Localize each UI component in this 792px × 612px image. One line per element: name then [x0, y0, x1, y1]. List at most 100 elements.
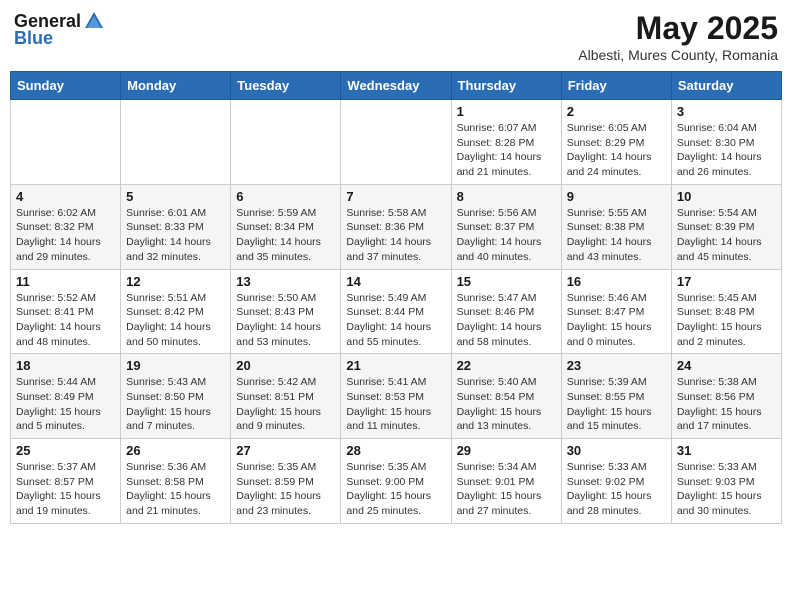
calendar-cell — [121, 100, 231, 185]
day-number: 6 — [236, 189, 335, 204]
main-title: May 2025 — [578, 10, 778, 47]
title-block: May 2025 Albesti, Mures County, Romania — [578, 10, 778, 63]
day-number: 31 — [677, 443, 776, 458]
calendar-cell: 8 Sunrise: 5:56 AM Sunset: 8:37 PM Daylig… — [451, 184, 561, 269]
day-number: 30 — [567, 443, 666, 458]
day-number: 13 — [236, 274, 335, 289]
day-number: 28 — [346, 443, 445, 458]
day-number: 24 — [677, 358, 776, 373]
calendar-week-2: 4 Sunrise: 6:02 AM Sunset: 8:32 PM Daylig… — [11, 184, 782, 269]
calendar-header-row: SundayMondayTuesdayWednesdayThursdayFrid… — [11, 72, 782, 100]
calendar-cell: 3 Sunrise: 6:04 AM Sunset: 8:30 PM Daylig… — [671, 100, 781, 185]
calendar-cell: 12 Sunrise: 5:51 AM Sunset: 8:42 PM Dayli… — [121, 269, 231, 354]
calendar-cell: 20 Sunrise: 5:42 AM Sunset: 8:51 PM Dayli… — [231, 354, 341, 439]
calendar-cell: 21 Sunrise: 5:41 AM Sunset: 8:53 PM Dayli… — [341, 354, 451, 439]
day-number: 20 — [236, 358, 335, 373]
day-info: Sunrise: 5:36 AM Sunset: 8:58 PM Dayligh… — [126, 460, 225, 519]
day-info: Sunrise: 5:37 AM Sunset: 8:57 PM Dayligh… — [16, 460, 115, 519]
day-info: Sunrise: 5:45 AM Sunset: 8:48 PM Dayligh… — [677, 291, 776, 350]
calendar-cell — [11, 100, 121, 185]
day-info: Sunrise: 5:59 AM Sunset: 8:34 PM Dayligh… — [236, 206, 335, 265]
day-info: Sunrise: 5:47 AM Sunset: 8:46 PM Dayligh… — [457, 291, 556, 350]
subtitle: Albesti, Mures County, Romania — [578, 47, 778, 63]
day-info: Sunrise: 6:07 AM Sunset: 8:28 PM Dayligh… — [457, 121, 556, 180]
calendar-cell: 22 Sunrise: 5:40 AM Sunset: 8:54 PM Dayli… — [451, 354, 561, 439]
day-header-monday: Monday — [121, 72, 231, 100]
calendar-cell: 4 Sunrise: 6:02 AM Sunset: 8:32 PM Daylig… — [11, 184, 121, 269]
calendar-cell: 29Sunrise: 5:34 AM Sunset: 9:01 PM Dayli… — [451, 439, 561, 524]
day-number: 3 — [677, 104, 776, 119]
day-number: 11 — [16, 274, 115, 289]
logo-blue-text: Blue — [14, 28, 53, 49]
page-header: General Blue May 2025 Albesti, Mures Cou… — [10, 10, 782, 63]
day-number: 2 — [567, 104, 666, 119]
calendar-cell: 13 Sunrise: 5:50 AM Sunset: 8:43 PM Dayli… — [231, 269, 341, 354]
calendar-cell: 31 Sunrise: 5:33 AM Sunset: 9:03 PM Dayli… — [671, 439, 781, 524]
day-info: Sunrise: 5:49 AM Sunset: 8:44 PM Dayligh… — [346, 291, 445, 350]
day-info: Sunrise: 5:52 AM Sunset: 8:41 PM Dayligh… — [16, 291, 115, 350]
day-number: 14 — [346, 274, 445, 289]
day-number: 22 — [457, 358, 556, 373]
calendar-week-4: 18 Sunrise: 5:44 AM Sunset: 8:49 PM Dayli… — [11, 354, 782, 439]
calendar-cell: 30 Sunrise: 5:33 AM Sunset: 9:02 PM Dayli… — [561, 439, 671, 524]
day-info: Sunrise: 5:38 AM Sunset: 8:56 PM Dayligh… — [677, 375, 776, 434]
day-number: 8 — [457, 189, 556, 204]
day-number: 16 — [567, 274, 666, 289]
calendar-cell: 23Sunrise: 5:39 AM Sunset: 8:55 PM Dayli… — [561, 354, 671, 439]
day-info: Sunrise: 6:02 AM Sunset: 8:32 PM Dayligh… — [16, 206, 115, 265]
calendar-cell: 11 Sunrise: 5:52 AM Sunset: 8:41 PM Dayli… — [11, 269, 121, 354]
calendar-cell: 15 Sunrise: 5:47 AM Sunset: 8:46 PM Dayli… — [451, 269, 561, 354]
calendar-week-1: 1 Sunrise: 6:07 AM Sunset: 8:28 PM Daylig… — [11, 100, 782, 185]
day-info: Sunrise: 5:33 AM Sunset: 9:03 PM Dayligh… — [677, 460, 776, 519]
calendar-cell: 24 Sunrise: 5:38 AM Sunset: 8:56 PM Dayli… — [671, 354, 781, 439]
day-number: 12 — [126, 274, 225, 289]
calendar-cell: 17 Sunrise: 5:45 AM Sunset: 8:48 PM Dayli… — [671, 269, 781, 354]
day-number: 18 — [16, 358, 115, 373]
day-header-thursday: Thursday — [451, 72, 561, 100]
calendar-cell: 5 Sunrise: 6:01 AM Sunset: 8:33 PM Daylig… — [121, 184, 231, 269]
day-info: Sunrise: 5:56 AM Sunset: 8:37 PM Dayligh… — [457, 206, 556, 265]
calendar-cell: 28 Sunrise: 5:35 AM Sunset: 9:00 PM Dayli… — [341, 439, 451, 524]
day-info: Sunrise: 5:55 AM Sunset: 8:38 PM Dayligh… — [567, 206, 666, 265]
calendar-table: SundayMondayTuesdayWednesdayThursdayFrid… — [10, 71, 782, 524]
calendar-week-3: 11 Sunrise: 5:52 AM Sunset: 8:41 PM Dayli… — [11, 269, 782, 354]
day-info: Sunrise: 6:05 AM Sunset: 8:29 PM Dayligh… — [567, 121, 666, 180]
day-info: Sunrise: 5:44 AM Sunset: 8:49 PM Dayligh… — [16, 375, 115, 434]
day-info: Sunrise: 5:43 AM Sunset: 8:50 PM Dayligh… — [126, 375, 225, 434]
day-number: 5 — [126, 189, 225, 204]
day-number: 7 — [346, 189, 445, 204]
calendar-cell: 27Sunrise: 5:35 AM Sunset: 8:59 PM Dayli… — [231, 439, 341, 524]
day-number: 15 — [457, 274, 556, 289]
calendar-cell: 14 Sunrise: 5:49 AM Sunset: 8:44 PM Dayli… — [341, 269, 451, 354]
calendar-cell: 1 Sunrise: 6:07 AM Sunset: 8:28 PM Daylig… — [451, 100, 561, 185]
day-info: Sunrise: 5:40 AM Sunset: 8:54 PM Dayligh… — [457, 375, 556, 434]
day-info: Sunrise: 6:04 AM Sunset: 8:30 PM Dayligh… — [677, 121, 776, 180]
day-info: Sunrise: 5:50 AM Sunset: 8:43 PM Dayligh… — [236, 291, 335, 350]
day-info: Sunrise: 5:35 AM Sunset: 9:00 PM Dayligh… — [346, 460, 445, 519]
day-number: 27 — [236, 443, 335, 458]
day-number: 17 — [677, 274, 776, 289]
calendar-cell: 19 Sunrise: 5:43 AM Sunset: 8:50 PM Dayli… — [121, 354, 231, 439]
calendar-week-5: 25Sunrise: 5:37 AM Sunset: 8:57 PM Dayli… — [11, 439, 782, 524]
calendar-cell: 26 Sunrise: 5:36 AM Sunset: 8:58 PM Dayli… — [121, 439, 231, 524]
day-info: Sunrise: 5:42 AM Sunset: 8:51 PM Dayligh… — [236, 375, 335, 434]
day-info: Sunrise: 5:33 AM Sunset: 9:02 PM Dayligh… — [567, 460, 666, 519]
logo-icon — [83, 10, 105, 32]
calendar-cell: 16Sunrise: 5:46 AM Sunset: 8:47 PM Dayli… — [561, 269, 671, 354]
day-number: 19 — [126, 358, 225, 373]
calendar-cell: 25Sunrise: 5:37 AM Sunset: 8:57 PM Dayli… — [11, 439, 121, 524]
day-number: 29 — [457, 443, 556, 458]
day-number: 9 — [567, 189, 666, 204]
day-info: Sunrise: 5:41 AM Sunset: 8:53 PM Dayligh… — [346, 375, 445, 434]
logo: General Blue — [14, 10, 105, 49]
day-number: 10 — [677, 189, 776, 204]
day-number: 21 — [346, 358, 445, 373]
day-info: Sunrise: 6:01 AM Sunset: 8:33 PM Dayligh… — [126, 206, 225, 265]
day-header-tuesday: Tuesday — [231, 72, 341, 100]
day-number: 4 — [16, 189, 115, 204]
day-number: 1 — [457, 104, 556, 119]
day-info: Sunrise: 5:51 AM Sunset: 8:42 PM Dayligh… — [126, 291, 225, 350]
day-header-saturday: Saturday — [671, 72, 781, 100]
day-number: 26 — [126, 443, 225, 458]
calendar-cell — [231, 100, 341, 185]
